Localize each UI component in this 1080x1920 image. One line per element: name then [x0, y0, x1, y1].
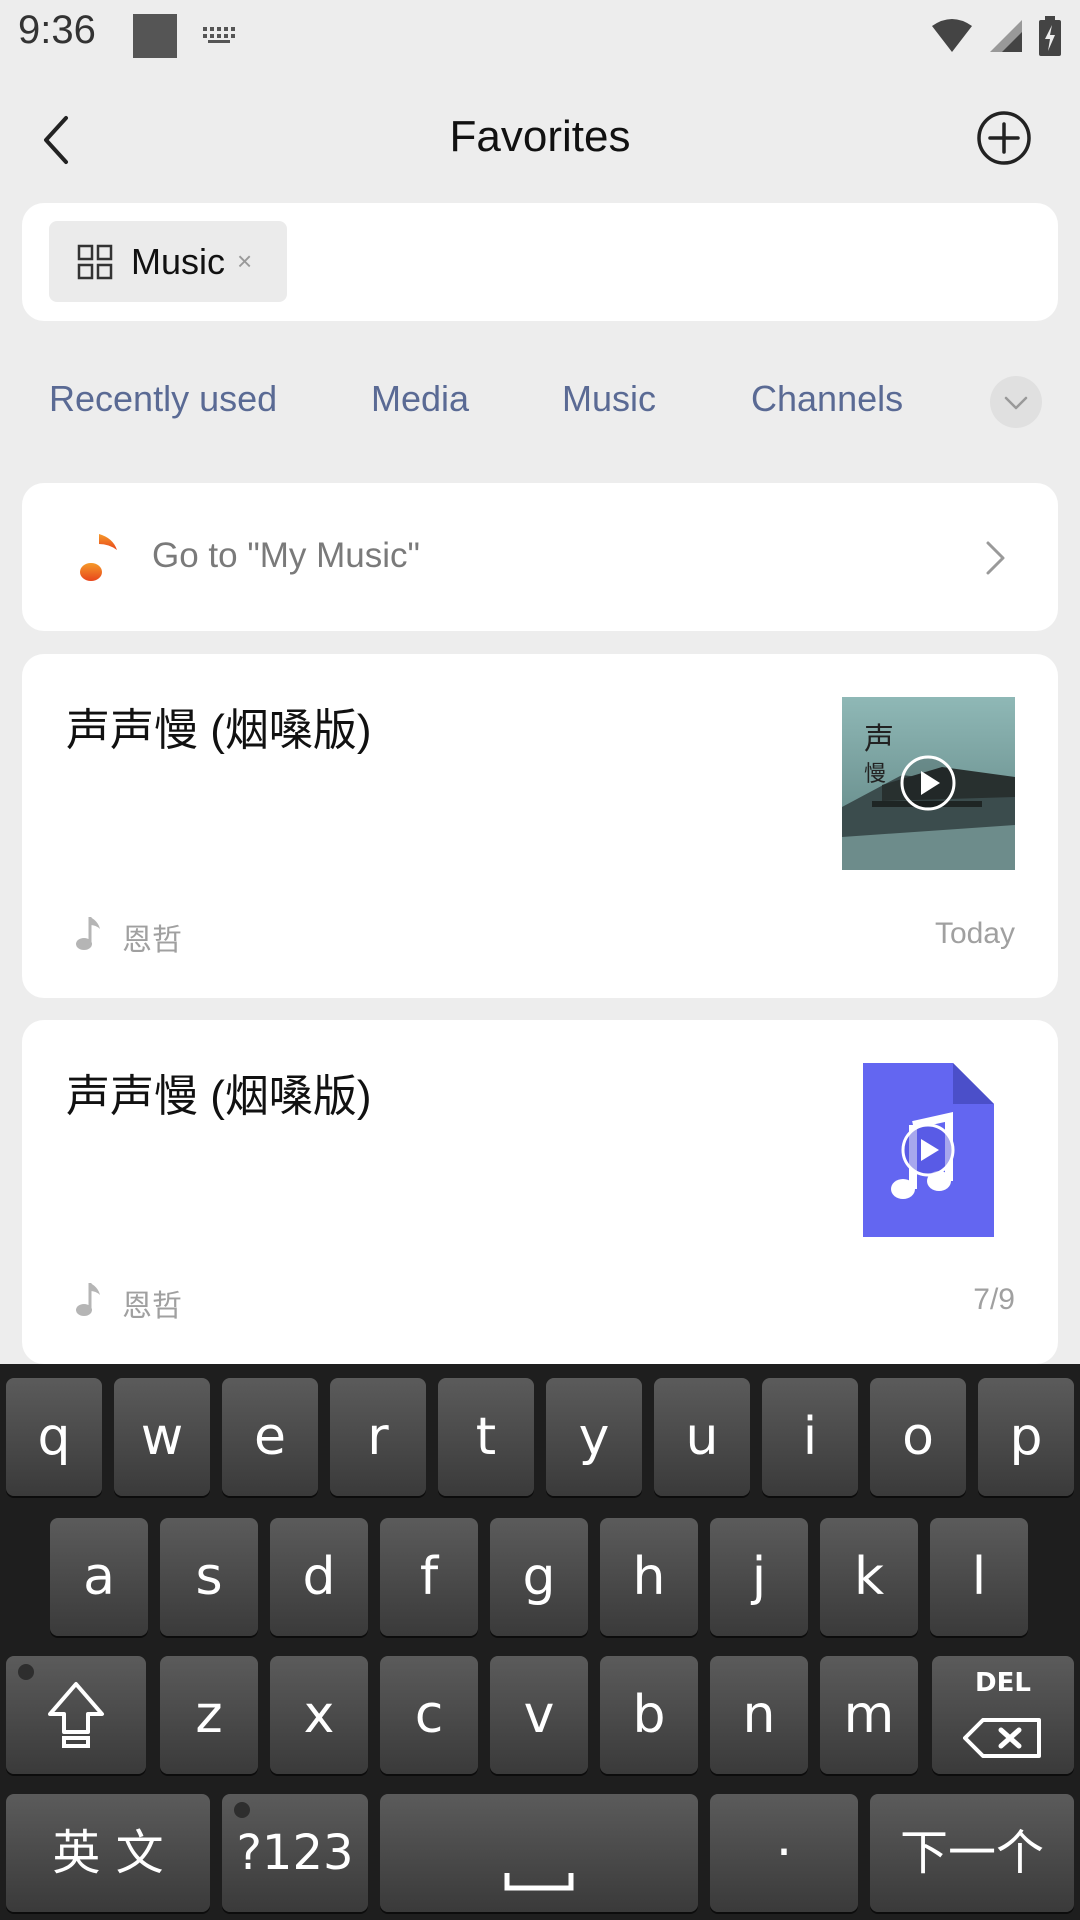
- symbols-key-label: ?123: [236, 1825, 354, 1881]
- notification-icon: [133, 14, 177, 58]
- svg-text:声: 声: [864, 722, 894, 757]
- key-c[interactable]: c: [380, 1656, 478, 1774]
- soft-keyboard: q w e r t y u i o p a s d f g h j k l z …: [0, 1364, 1080, 1920]
- key-u[interactable]: u: [654, 1378, 750, 1496]
- more-tabs-button[interactable]: [990, 376, 1042, 428]
- keyboard-status-icon: [203, 27, 235, 43]
- key-p[interactable]: p: [978, 1378, 1074, 1496]
- key-q[interactable]: q: [6, 1378, 102, 1496]
- category-tabs: Recently used Media Music Channels: [0, 378, 1080, 434]
- filter-chip-label: Music: [131, 240, 226, 282]
- period-key[interactable]: ·: [710, 1794, 858, 1912]
- music-file-icon[interactable]: [863, 1063, 994, 1237]
- item-artist: 恩哲: [122, 1290, 182, 1323]
- key-l[interactable]: l: [930, 1518, 1028, 1636]
- key-g[interactable]: g: [490, 1518, 588, 1636]
- delete-key[interactable]: DEL: [932, 1656, 1074, 1774]
- item-title: 声声慢 (烟嗓版): [66, 706, 372, 755]
- key-e[interactable]: e: [222, 1378, 318, 1496]
- language-switch-key[interactable]: 英 文: [6, 1794, 210, 1912]
- delete-key-label: DEL: [975, 1668, 1031, 1698]
- tab-media[interactable]: Media: [371, 378, 469, 420]
- backspace-icon: [963, 1718, 1041, 1758]
- key-a[interactable]: a: [50, 1518, 148, 1636]
- key-z[interactable]: z: [160, 1656, 258, 1774]
- item-date: 7/9: [973, 1283, 1015, 1316]
- cell-signal-icon: [990, 20, 1022, 52]
- next-key[interactable]: 下一个: [870, 1794, 1074, 1912]
- chevron-right-icon: [986, 541, 1005, 575]
- key-v[interactable]: v: [490, 1656, 588, 1774]
- key-hint-dot: [18, 1664, 34, 1680]
- key-w[interactable]: w: [114, 1378, 210, 1496]
- chevron-down-icon: [1004, 396, 1028, 410]
- item-title: 声声慢 (烟嗓版): [66, 1072, 372, 1121]
- key-h[interactable]: h: [600, 1518, 698, 1636]
- page-title: Favorites: [449, 112, 631, 161]
- key-y[interactable]: y: [546, 1378, 642, 1496]
- chip-close-icon[interactable]: ×: [237, 246, 252, 277]
- key-j[interactable]: j: [710, 1518, 808, 1636]
- key-f[interactable]: f: [380, 1518, 478, 1636]
- space-key[interactable]: [380, 1794, 698, 1912]
- key-o[interactable]: o: [870, 1378, 966, 1496]
- key-d[interactable]: d: [270, 1518, 368, 1636]
- filter-chip-music[interactable]: Music ×: [49, 221, 287, 302]
- tab-music[interactable]: Music: [562, 378, 656, 420]
- key-m[interactable]: m: [820, 1656, 918, 1774]
- key-x[interactable]: x: [270, 1656, 368, 1774]
- item-date: Today: [934, 917, 1015, 950]
- key-hint-dot: [234, 1802, 250, 1818]
- key-i[interactable]: i: [762, 1378, 858, 1496]
- symbols-key[interactable]: ?123: [222, 1794, 368, 1912]
- key-r[interactable]: r: [330, 1378, 426, 1496]
- shift-key[interactable]: [6, 1656, 146, 1774]
- space-bar-icon: [504, 1873, 574, 1891]
- wifi-icon: [932, 19, 972, 52]
- status-time: 9:36: [18, 8, 96, 52]
- add-circle-icon[interactable]: [976, 110, 1032, 166]
- key-s[interactable]: s: [160, 1518, 258, 1636]
- go-my-music-label: Go to "My Music": [152, 536, 420, 575]
- grid-icon: [77, 244, 113, 279]
- key-n[interactable]: n: [710, 1656, 808, 1774]
- battery-icon: [1039, 16, 1061, 56]
- music-note-small-icon: [76, 917, 100, 950]
- music-note-small-icon: [76, 1283, 100, 1316]
- item-artist: 恩哲: [122, 924, 182, 957]
- shift-arrow-icon: [48, 1682, 104, 1748]
- album-cover[interactable]: 声 慢: [842, 697, 1015, 870]
- key-k[interactable]: k: [820, 1518, 918, 1636]
- svg-text:慢: 慢: [864, 762, 886, 787]
- music-note-icon: [80, 531, 117, 581]
- album-art-image: 声 慢: [842, 697, 1015, 870]
- tab-channels[interactable]: Channels: [751, 378, 903, 420]
- tab-recently-used[interactable]: Recently used: [49, 378, 277, 420]
- key-t[interactable]: t: [438, 1378, 534, 1496]
- key-b[interactable]: b: [600, 1656, 698, 1774]
